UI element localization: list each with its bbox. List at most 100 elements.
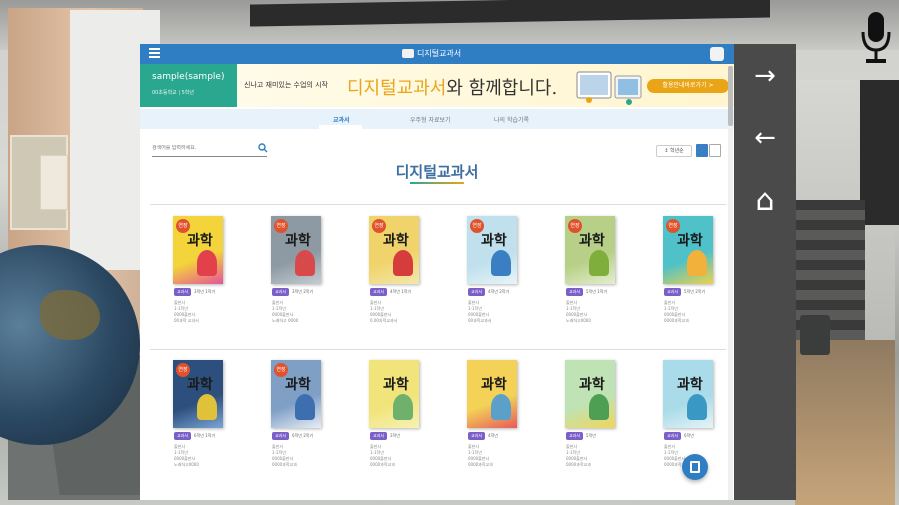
textbook-card[interactable]: 과학 교과서 3학년 출판사 1-1학년 0000출판사 0000과학교과 — [348, 360, 438, 490]
textbook-cover[interactable]: 과학 연장 — [663, 216, 713, 284]
textbook-cover[interactable]: 과학 연장 — [173, 360, 223, 428]
type-tag: 교과서 — [468, 287, 486, 296]
textbook-meta: 교과서 6학년 1학기 — [174, 431, 244, 440]
microphone-icon[interactable] — [858, 10, 894, 68]
textbook-cover[interactable]: 과학 연장 — [565, 216, 615, 284]
info-line: 0000과학교과 — [370, 462, 395, 467]
scrollbar-thumb[interactable] — [728, 66, 733, 126]
textbook-info: 출판사 1-1학년 0000출판사 노래하고 0000 — [272, 300, 342, 324]
guide-button[interactable]: 활용안내바로가기 > — [647, 79, 729, 93]
textbook-card[interactable]: 과학 연장 교과서 5학년 1학기 출판사 1-1학년 0000출판사 노래하고0000 — [544, 216, 634, 346]
tab-active-indicator — [319, 125, 362, 129]
cover-illustration — [393, 250, 413, 276]
textbook-cover[interactable]: 과학 연장 — [271, 360, 321, 428]
textbook-cover[interactable]: 과학 — [369, 360, 419, 428]
book-icon — [690, 461, 700, 473]
textbook-meta: 교과서 5학년 2학기 — [664, 287, 734, 296]
globe-land — [40, 290, 100, 340]
cover-illustration — [295, 394, 315, 420]
tab-textbook[interactable]: 교과서 — [333, 115, 350, 124]
grade-label: 5학년 2학기 — [684, 288, 706, 294]
brand-title: 디지털교과서 — [417, 49, 462, 58]
type-tag: 교과서 — [468, 431, 486, 440]
textbook-meta: 교과서 4학년 2학기 — [468, 287, 538, 296]
type-tag: 교과서 — [566, 431, 584, 440]
textbook-card[interactable]: 과학 연장 교과서 6학년 1학기 출판사 1-1학년 0000출판사 노래하고0000 — [152, 360, 242, 490]
hamburger-menu-icon[interactable] — [149, 48, 160, 59]
divider — [150, 204, 726, 205]
tab-materials[interactable]: 우주형 자료보기 — [410, 115, 451, 124]
textbook-cover[interactable]: 과학 연장 — [467, 216, 517, 284]
user-name: sample(sample) — [152, 72, 225, 82]
textbook-card[interactable]: 과학 연장 교과서 3학년 1학기 출판사 1-1학년 0000출판사 00과학 교과서 — [152, 216, 242, 346]
cover-title: 과학 — [383, 377, 409, 393]
textbook-cover[interactable]: 과학 연장 — [369, 216, 419, 284]
cover-badge: 연장 — [176, 363, 190, 377]
tab-learning-record[interactable]: 나의 학습기록 — [494, 115, 529, 124]
textbook-cover[interactable]: 과학 연장 — [271, 216, 321, 284]
cover-illustration — [393, 394, 413, 420]
grade-label: 3학년 2학기 — [292, 288, 314, 294]
textbook-card[interactable]: 과학 연장교과서 4학년 2학기출판사 1-1학년 0000출판사 00과학교과서 — [446, 216, 536, 346]
grade-label: 3학년 — [390, 432, 400, 438]
cover-title: 과학 — [481, 233, 507, 249]
textbook-info: 출판사 1-1학년 0000출판사 0000과학교과 — [468, 444, 538, 468]
list-view-icon[interactable] — [709, 144, 721, 157]
type-tag: 교과서 — [664, 287, 682, 296]
textbook-card[interactable]: 과학 연장교과서 3학년 2학기출판사 1-1학년 0000출판사 노래하고 0000 — [250, 216, 340, 346]
cover-badge: 연장 — [470, 219, 484, 233]
forward-button[interactable]: → — [734, 46, 796, 106]
banner-headline-rest: 와 함께합니다. — [446, 78, 558, 99]
home-icon: ⌂ — [755, 182, 775, 218]
textbook-cover[interactable]: 과학 — [663, 360, 713, 428]
back-button[interactable]: ← — [734, 108, 796, 168]
info-line: 0000과학교과 — [664, 318, 689, 323]
right-wall-shadow — [860, 80, 899, 225]
cover-illustration — [197, 394, 217, 420]
textbook-info: 출판사 1-1학년 0000출판사 0000과학교과 — [566, 444, 636, 468]
textbook-cover[interactable]: 과학 연장 — [173, 216, 223, 284]
search-input[interactable] — [152, 145, 252, 151]
grade-label: 4학년 2학기 — [488, 288, 510, 294]
arrow-right-icon: → — [754, 61, 776, 91]
info-line: 노래하고 0000 — [272, 318, 299, 323]
type-tag: 교과서 — [174, 431, 192, 440]
textbook-meta: 교과서 5학년 1학기 — [566, 287, 636, 296]
cover-illustration — [589, 250, 609, 276]
type-tag: 교과서 — [566, 287, 584, 296]
type-tag: 교과서 — [664, 431, 682, 440]
cover-badge: 연장 — [568, 219, 582, 233]
bulletin-notes — [40, 155, 68, 210]
textbook-card[interactable]: 과학 연장교과서 5학년 2학기출판사 1-1학년 0000출판사 0000과학교과 — [642, 216, 732, 346]
textbook-card[interactable]: 과학 교과서 4학년 출판사 1-1학년 0000출판사 0000과학교과 — [446, 360, 536, 490]
textbook-card[interactable]: 과학 교과서 5학년 출판사 1-1학년 0000출판사 0000과학교과 — [544, 360, 634, 490]
user-info: sample(sample) 00초등학교 | 5학년 — [140, 64, 237, 107]
user-school: 00초등학교 | 5학년 — [152, 90, 195, 96]
floating-book-button[interactable] — [682, 454, 708, 480]
info-line: 00과학교과서 — [468, 318, 492, 323]
info-line: 노래하고0000 — [566, 318, 591, 323]
search-icon[interactable] — [258, 143, 268, 153]
grid-view-icon[interactable] — [696, 144, 708, 157]
textbook-card[interactable]: 과학 연장 교과서 6학년 2학기 출판사 1-1학년 0000출판사 0000과학교과 — [250, 360, 340, 490]
type-tag: 교과서 — [272, 287, 290, 296]
cover-badge: 연장 — [666, 219, 680, 233]
textbook-cover[interactable]: 과학 — [467, 360, 517, 428]
tablet-illustration — [576, 71, 642, 105]
profile-icon[interactable] — [710, 47, 724, 61]
grade-label: 6학년 — [684, 432, 694, 438]
cover-title: 과학 — [187, 377, 213, 393]
home-button[interactable]: ⌂ — [734, 170, 796, 230]
arrow-left-icon: ← — [754, 123, 776, 153]
page-title: 디지털교과서 — [395, 163, 479, 181]
textbook-card[interactable]: 과학 연장 교과서 4학년 1학기 출판사 1-1학년 0000출판사 0.00과학교과서 — [348, 216, 438, 346]
textbook-info: 출판사 1-1학년 0000출판사 0.00과학교과서 — [370, 300, 440, 324]
cover-badge: 연장 — [176, 219, 190, 233]
sort-button[interactable]: ↕ 학년순 — [656, 145, 692, 157]
textbook-info: 출판사 1-1학년 0000출판사 0000과학교과 — [664, 300, 734, 324]
scrollbar-track[interactable] — [728, 66, 733, 500]
textbook-info: 출판사 1-1학년 0000출판사 00과학교과서 — [468, 300, 538, 324]
cover-illustration — [491, 394, 511, 420]
banner-headline-highlight: 디지털교과서 — [347, 78, 447, 99]
textbook-cover[interactable]: 과학 — [565, 360, 615, 428]
